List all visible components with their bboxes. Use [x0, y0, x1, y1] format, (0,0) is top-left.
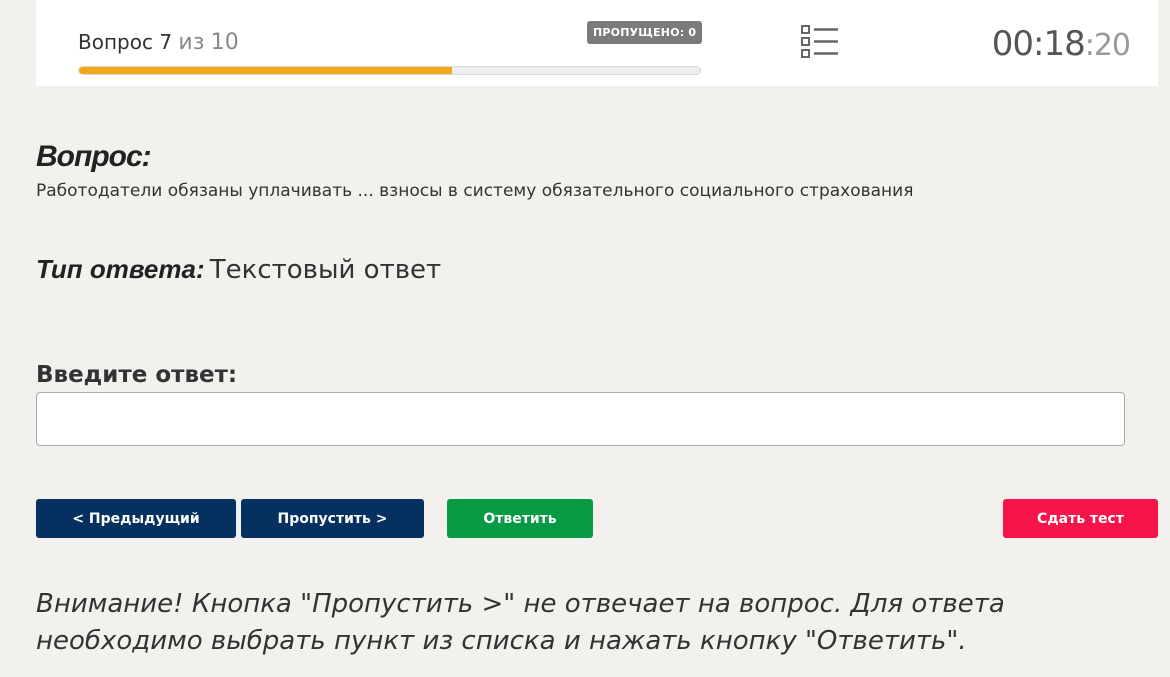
question-counter: Вопрос 7 из 10	[78, 30, 239, 55]
answer-type-value: Текстовый ответ	[209, 255, 442, 285]
question-title: Вопрос:	[36, 140, 152, 173]
skipped-badge: ПРОПУЩЕНО: 0	[587, 21, 703, 44]
answer-input-label: Введите ответ:	[36, 362, 238, 388]
previous-button[interactable]: < Предыдущий	[36, 499, 236, 538]
question-current: 7	[159, 30, 173, 54]
quiz-page: Вопрос 7 из 10 ПРОПУЩЕНО: 0 00:18:20 Воп…	[0, 0, 1170, 677]
timer: 00:18:20	[991, 24, 1131, 64]
timer-seconds: 20	[1093, 28, 1131, 63]
answer-input[interactable]	[36, 392, 1125, 446]
warning-line-1: Внимание! Кнопка "Пропустить >" не отвеч…	[36, 589, 1005, 619]
question-text: Работодатели обязаны уплачивать ... взно…	[36, 181, 914, 201]
submit-test-button[interactable]: Сдать тест	[1003, 499, 1158, 538]
timer-main: 00:18	[991, 24, 1086, 64]
timer-separator: :	[1084, 28, 1095, 63]
quiz-header: Вопрос 7 из 10 ПРОПУЩЕНО: 0 00:18:20	[36, 0, 1158, 86]
list-icon-graphic	[801, 25, 838, 58]
question-total: 10	[210, 30, 239, 55]
progress-bar	[78, 66, 701, 75]
answer-button[interactable]: Ответить	[447, 499, 593, 538]
progress-bar-fill	[79, 67, 452, 74]
answer-type: Тип ответа: Текстовый ответ	[36, 254, 441, 285]
answer-type-label: Тип ответа:	[36, 254, 205, 284]
skip-button[interactable]: Пропустить >	[241, 499, 424, 538]
list-icon[interactable]	[800, 24, 840, 60]
question-word: Вопрос	[78, 30, 153, 54]
warning-line-2: необходимо выбрать пункт из списка и наж…	[36, 626, 967, 656]
question-of-word: из	[178, 30, 205, 55]
warning-note: Внимание! Кнопка "Пропустить >" не отвеч…	[36, 586, 1146, 660]
